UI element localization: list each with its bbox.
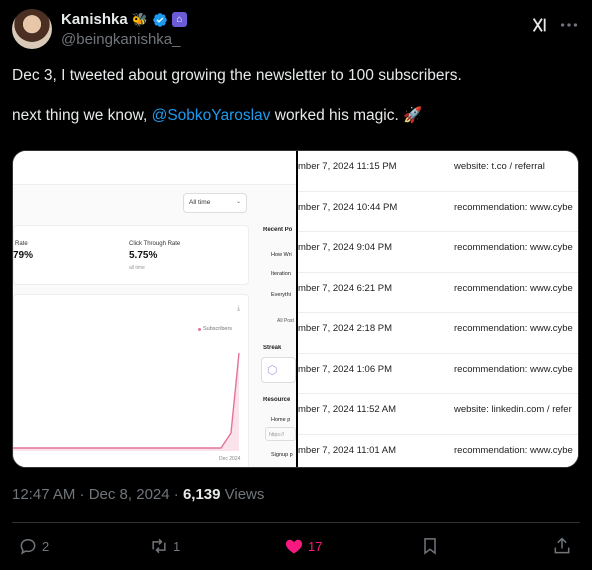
tweet-meta: 12:47 AM · Dec 8, 2024 · 6,139 Views [12, 486, 264, 503]
subscriber-date: mber 7, 2024 1:06 PM [298, 363, 392, 375]
reply-count: 2 [42, 538, 50, 554]
subscriber-row: mber 7, 2024 1:06 PM recommendation: www.… [298, 354, 578, 394]
repost-icon [152, 538, 166, 554]
subscriber-row: mber 7, 2024 11:01 AM recommendation: www… [298, 435, 578, 468]
subscriber-row: mber 7, 2024 9:04 PM recommendation: www.… [298, 232, 578, 273]
chart-line [13, 352, 240, 449]
subscriber-date: mber 7, 2024 11:01 AM [298, 444, 397, 456]
subscriber-list: mber 7, 2024 11:15 PM website: t.co / ref… [298, 151, 578, 468]
tweet-actions: 2 1 17 [12, 532, 580, 560]
subscriber-row: mber 7, 2024 6:21 PM recommendation: www.… [298, 273, 578, 313]
tweet-line-2-prefix: next thing we know, [12, 107, 152, 124]
bee-emoji: 🐝 [131, 11, 148, 27]
subscriber-row: mber 7, 2024 10:44 PM recommendation: www… [298, 192, 578, 232]
dashboard-screenshot: All time ⌄ Rate 79% Click Through Rate 5… [13, 151, 296, 467]
stat-ctr-value: 5.75% [129, 250, 158, 261]
time-filter-select: All time ⌄ [183, 193, 247, 213]
like-count: 17 [308, 538, 323, 554]
bookmark-icon [424, 538, 436, 555]
signup-page-label: Signup p [271, 452, 293, 458]
subscriber-source: recommendation: www.cybe [454, 323, 573, 334]
subscriber-source: recommendation: www.cybe [454, 363, 573, 375]
stat-rate-label: Rate [15, 241, 28, 247]
stat-ctr-label: Click Through Rate [129, 241, 181, 247]
heart-icon [285, 539, 303, 554]
subscriber-source: recommendation: www.cybe [454, 282, 573, 294]
subscriber-row: mber 7, 2024 2:18 PM recommendation: www.… [298, 313, 578, 354]
tweet-line-2: next thing we know, @SobkoYaroslav worke… [12, 106, 580, 126]
chevron-down-icon: ⌄ [235, 199, 241, 205]
share-button[interactable] [552, 532, 572, 560]
recent-post-3: Everythi [271, 292, 291, 298]
subscriber-chart [13, 352, 240, 451]
home-page-label: Home p [271, 417, 291, 423]
resources-heading: Resource [263, 397, 291, 403]
x-axis-tick: Dec 2024 [219, 456, 241, 462]
subscriber-date: mber 7, 2024 9:04 PM [298, 242, 392, 253]
subscriber-source: website: t.co / referral [454, 161, 545, 172]
share-icon [554, 537, 570, 554]
subscriber-date: mber 7, 2024 11:15 PM [298, 161, 397, 172]
home-url-field: https:// [265, 427, 296, 441]
reply-icon [20, 538, 36, 555]
more-options-icon[interactable] [558, 14, 580, 36]
chart-area [13, 353, 239, 451]
recent-post-2: Iteration [271, 271, 291, 277]
recent-post-1: How Wri [271, 252, 292, 258]
reply-button[interactable]: 2 [18, 532, 49, 560]
dashboard-topbar [13, 151, 296, 185]
subscriber-source: website: linkedin.com / refer [454, 404, 572, 415]
stat-rate-value: 79% [13, 250, 34, 261]
stat-ctr-sub: all time [129, 265, 145, 271]
subscriber-date: mber 7, 2024 10:44 PM [298, 201, 398, 213]
verified-badge-icon[interactable] [152, 12, 168, 28]
all-posts-link: All Post [277, 318, 294, 324]
streak-heading: Streak [263, 345, 282, 351]
tweet-media[interactable]: All time ⌄ Rate 79% Click Through Rate 5… [12, 150, 579, 468]
subscriber-source: recommendation: www.cybe [454, 201, 573, 213]
avatar[interactable] [12, 9, 52, 49]
views-label: Views [220, 486, 265, 503]
tweet-line-2-suffix: worked his magic. 🚀 [270, 107, 423, 124]
house-icon: ⌂ [171, 12, 187, 27]
subscriber-row: mber 7, 2024 11:15 PM website: t.co / ref… [298, 151, 578, 192]
repost-button[interactable]: 1 [149, 532, 180, 560]
subscriber-date: mber 7, 2024 2:18 PM [298, 323, 392, 334]
tweet-line-1: Dec 3, I tweeted about growing the newsl… [12, 67, 462, 84]
subscriber-source: recommendation: www.cybe [454, 242, 573, 253]
time-filter-value: All time [189, 199, 211, 206]
tweet-header: Kanishka 🐝 ⌂ @beingkanishka_ [12, 8, 580, 52]
author-display-name[interactable]: Kanishka [61, 11, 128, 28]
hexagon-icon: ⬡ [267, 363, 278, 377]
author-name-row: Kanishka 🐝 ⌂ [61, 11, 187, 28]
subscriber-date: mber 7, 2024 11:52 AM [298, 404, 397, 415]
divider [12, 522, 580, 523]
like-button[interactable]: 17 [284, 532, 322, 560]
bookmark-button[interactable] [420, 532, 440, 560]
repost-count: 1 [173, 538, 181, 554]
tweet-timestamp[interactable]: 12:47 AM · Dec 8, 2024 · [12, 486, 183, 503]
mention-link[interactable]: @SobkoYaroslav [152, 107, 271, 124]
recent-posts-heading: Recent Po [263, 227, 293, 233]
views-count: 6,139 [182, 486, 221, 503]
subscriber-row: mber 7, 2024 11:52 AM website: linkedin.c… [298, 394, 578, 435]
author-handle[interactable]: @beingkanishka_ [61, 31, 180, 48]
subscriber-date: mber 7, 2024 6:21 PM [298, 282, 392, 294]
subscriber-source: recommendation: www.cybe [454, 444, 573, 456]
grok-icon[interactable] [530, 14, 552, 36]
tweet-text: Dec 3, I tweeted about growing the newsl… [12, 66, 580, 146]
